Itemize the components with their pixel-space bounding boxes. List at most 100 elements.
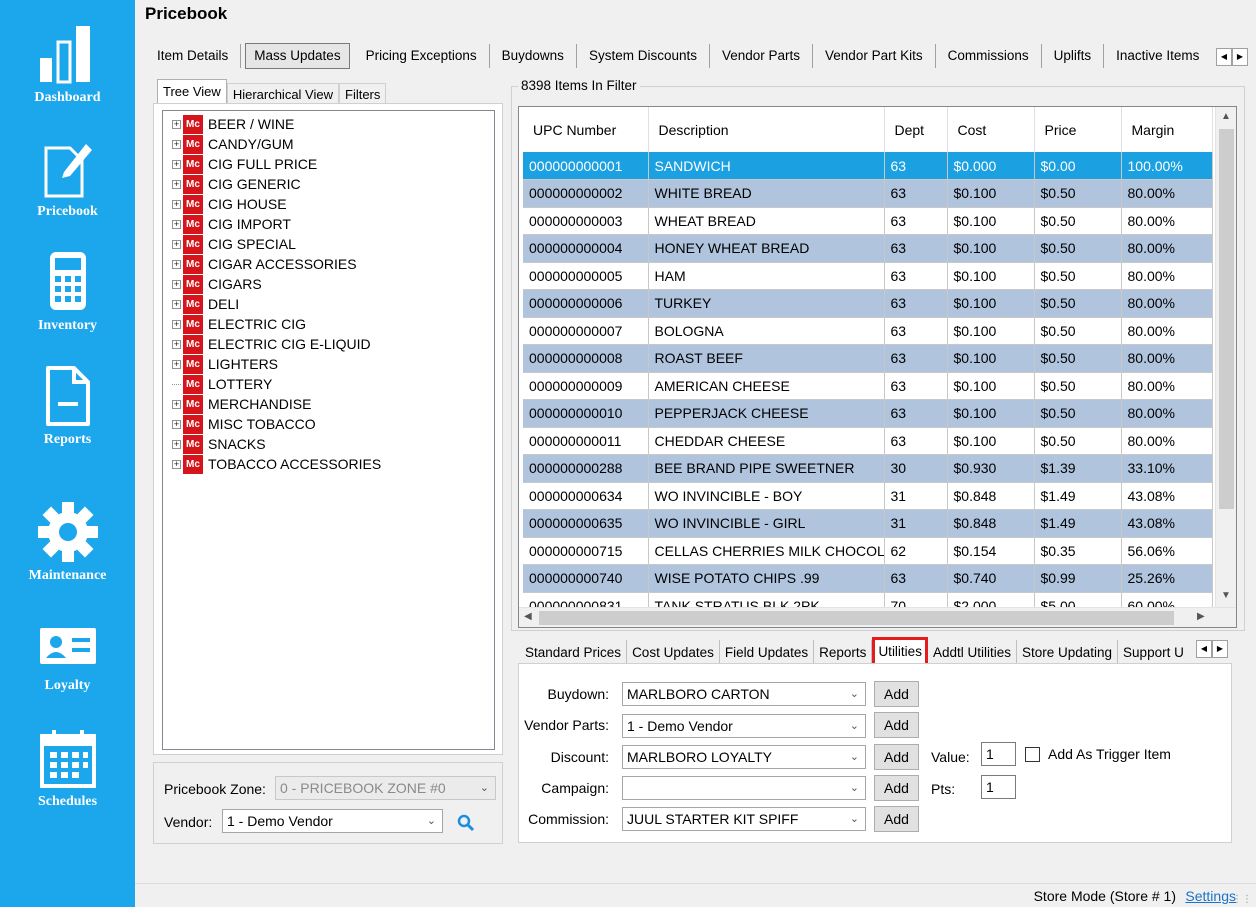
nav-reports[interactable]: Reports: [0, 364, 135, 448]
table-row[interactable]: 000000000010 PEPPERJACK CHEESE 63 $0.100 $0.…: [523, 399, 1213, 428]
nav-inventory[interactable]: Inventory: [0, 250, 135, 334]
tab-scroll-right-icon[interactable]: ▶: [1232, 48, 1248, 66]
expand-plus-icon[interactable]: +: [172, 239, 181, 249]
tab-item-details[interactable]: Item Details: [145, 44, 242, 68]
add-vendor-parts-button[interactable]: Add: [874, 712, 919, 738]
scroll-down-icon[interactable]: ▼: [1221, 590, 1231, 601]
nav-schedules[interactable]: Schedules: [0, 728, 135, 810]
expand-plus-icon[interactable]: +: [172, 259, 181, 269]
nav-loyalty[interactable]: Loyalty: [0, 624, 135, 694]
expand-plus-icon[interactable]: +: [172, 199, 181, 209]
column-header-upc[interactable]: UPC Number: [523, 107, 649, 152]
scroll-left-icon[interactable]: ◀: [524, 611, 532, 622]
tree-item[interactable]: + Mc MERCHANDISE: [172, 394, 311, 414]
vendor-select[interactable]: 1 - Demo Vendor ⌄: [222, 809, 443, 833]
table-row[interactable]: 000000000007 BOLOGNA 63 $0.100 $0.50 80.00%: [523, 317, 1213, 345]
tab-commissions[interactable]: Commissions: [936, 44, 1042, 68]
tab-vendor-part-kits[interactable]: Vendor Part Kits: [813, 44, 936, 68]
search-icon[interactable]: [457, 814, 475, 832]
table-row[interactable]: 000000000003 WHEAT BREAD 63 $0.100 $0.50 80.0…: [523, 207, 1213, 235]
tree-item[interactable]: + Mc CANDY/GUM: [172, 134, 294, 154]
campaign-select[interactable]: ⌄: [622, 776, 866, 800]
tree-item[interactable]: + Mc ELECTRIC CIG E-LIQUID: [172, 334, 371, 354]
expand-plus-icon[interactable]: +: [172, 399, 181, 409]
tree-item[interactable]: + Mc BEER / WINE: [172, 114, 294, 134]
expand-plus-icon[interactable]: +: [172, 339, 181, 349]
tab-utilities[interactable]: Utilities: [872, 637, 928, 666]
expand-plus-icon[interactable]: +: [172, 159, 181, 169]
tab-mass-updates[interactable]: Mass Updates: [245, 43, 350, 69]
column-header-cost[interactable]: Cost: [947, 107, 1035, 152]
add-discount-button[interactable]: Add: [874, 744, 919, 770]
tree-item[interactable]: + Mc ELECTRIC CIG: [172, 314, 306, 334]
nav-dashboard[interactable]: Dashboard: [0, 22, 135, 106]
tree-item[interactable]: + Mc CIG SPECIAL: [172, 234, 296, 254]
tab-uplifts[interactable]: Uplifts: [1042, 44, 1105, 68]
tree-item[interactable]: + Mc SNACKS: [172, 434, 266, 454]
expand-plus-icon[interactable]: +: [172, 419, 181, 429]
expand-plus-icon[interactable]: +: [172, 359, 181, 369]
scroll-right-icon[interactable]: ▶: [1197, 611, 1205, 622]
table-row[interactable]: 000000000634 WO INVINCIBLE - BOY 31 $0.848 $…: [523, 482, 1213, 510]
column-header-margin[interactable]: Margin: [1121, 107, 1213, 152]
column-header-price[interactable]: Price: [1034, 107, 1122, 152]
tab-scroll-left-icon[interactable]: ◀: [1216, 48, 1232, 66]
tab-scroll-left-icon[interactable]: ◀: [1196, 640, 1212, 658]
tab-system-discounts[interactable]: System Discounts: [577, 44, 710, 68]
vertical-scroll-thumb[interactable]: [1219, 129, 1234, 509]
expand-plus-icon[interactable]: +: [172, 279, 181, 289]
tree-item[interactable]: + Mc CIGARS: [172, 274, 262, 294]
expand-plus-icon[interactable]: +: [172, 119, 181, 129]
resize-grip-icon[interactable]: ⋮⋮: [1232, 894, 1252, 905]
tree-item[interactable]: + Mc DELI: [172, 294, 239, 314]
commission-select[interactable]: JUUL STARTER KIT SPIFF ⌄: [622, 807, 866, 831]
horizontal-scrollbar[interactable]: ◀ ▶: [519, 607, 1236, 627]
expand-plus-icon[interactable]: +: [172, 219, 181, 229]
tree-item[interactable]: + Mc TOBACCO ACCESSORIES: [172, 454, 381, 474]
nav-maintenance[interactable]: Maintenance: [0, 500, 135, 584]
trigger-item-checkbox[interactable]: [1025, 747, 1040, 762]
table-row[interactable]: 000000000008 ROAST BEEF 63 $0.100 $0.50 80.00…: [523, 344, 1213, 373]
settings-link[interactable]: Settings: [1185, 888, 1236, 904]
table-row[interactable]: 000000000001 SANDWICH 63 $0.000 $0.00 100.00%: [523, 152, 1213, 180]
column-header-description[interactable]: Description: [648, 107, 885, 152]
tree-item[interactable]: + Mc CIG IMPORT: [172, 214, 291, 234]
vertical-scrollbar[interactable]: ▲ ▼: [1215, 107, 1236, 607]
table-row[interactable]: 000000000288 BEE BRAND PIPE SWEETNER 30 $0.…: [523, 454, 1213, 483]
tab-filters[interactable]: Filters: [339, 83, 387, 105]
table-row[interactable]: 000000000006 TURKEY 63 $0.100 $0.50 80.00%: [523, 289, 1213, 318]
tree-item[interactable]: + Mc CIG GENERIC: [172, 174, 301, 194]
vendor-parts-select[interactable]: 1 - Demo Vendor ⌄: [622, 714, 866, 738]
discount-select[interactable]: MARLBORO LOYALTY ⌄: [622, 745, 866, 769]
tab-scroll-right-icon[interactable]: ▶: [1212, 640, 1228, 658]
table-row[interactable]: 000000000009 AMERICAN CHEESE 63 $0.100 $0.50…: [523, 372, 1213, 400]
tab-pricing-exceptions[interactable]: Pricing Exceptions: [354, 44, 490, 68]
tab-buydowns[interactable]: Buydowns: [490, 44, 577, 68]
tree-item[interactable]: + Mc CIG HOUSE: [172, 194, 287, 214]
buydown-select[interactable]: MARLBORO CARTON ⌄: [622, 682, 866, 706]
table-row[interactable]: 000000000740 WISE POTATO CHIPS .99 63 $0.74…: [523, 564, 1213, 593]
tree-item[interactable]: + Mc CIG FULL PRICE: [172, 154, 317, 174]
expand-plus-icon[interactable]: +: [172, 139, 181, 149]
add-buydown-button[interactable]: Add: [874, 681, 919, 707]
pts-input[interactable]: 1: [981, 775, 1016, 799]
table-row[interactable]: 000000000004 HONEY WHEAT BREAD 63 $0.100 $0.…: [523, 234, 1213, 263]
value-input[interactable]: 1: [981, 742, 1016, 766]
tree-item[interactable]: Mc LOTTERY: [172, 374, 272, 394]
add-commission-button[interactable]: Add: [874, 806, 919, 832]
expand-plus-icon[interactable]: +: [172, 179, 181, 189]
expand-plus-icon[interactable]: +: [172, 299, 181, 309]
nav-pricebook[interactable]: Pricebook: [0, 136, 135, 220]
tab-vendor-parts[interactable]: Vendor Parts: [710, 44, 814, 68]
horizontal-scroll-thumb[interactable]: [539, 611, 1174, 625]
expand-plus-icon[interactable]: +: [172, 459, 181, 469]
tab-tree-view[interactable]: Tree View: [157, 79, 227, 105]
tree-item[interactable]: + Mc MISC TOBACCO: [172, 414, 316, 434]
table-row[interactable]: 000000000011 CHEDDAR CHEESE 63 $0.100 $0.50 8…: [523, 427, 1213, 455]
zone-select[interactable]: 0 - PRICEBOOK ZONE #0 ⌄: [275, 776, 496, 800]
table-row[interactable]: 000000000715 CELLAS CHERRIES MILK CHOCOL 6…: [523, 537, 1213, 565]
expand-plus-icon[interactable]: +: [172, 319, 181, 329]
table-row[interactable]: 000000000002 WHITE BREAD 63 $0.100 $0.50 80.0…: [523, 179, 1213, 208]
expand-plus-icon[interactable]: +: [172, 439, 181, 449]
tab-hierarchical-view[interactable]: Hierarchical View: [226, 83, 339, 105]
